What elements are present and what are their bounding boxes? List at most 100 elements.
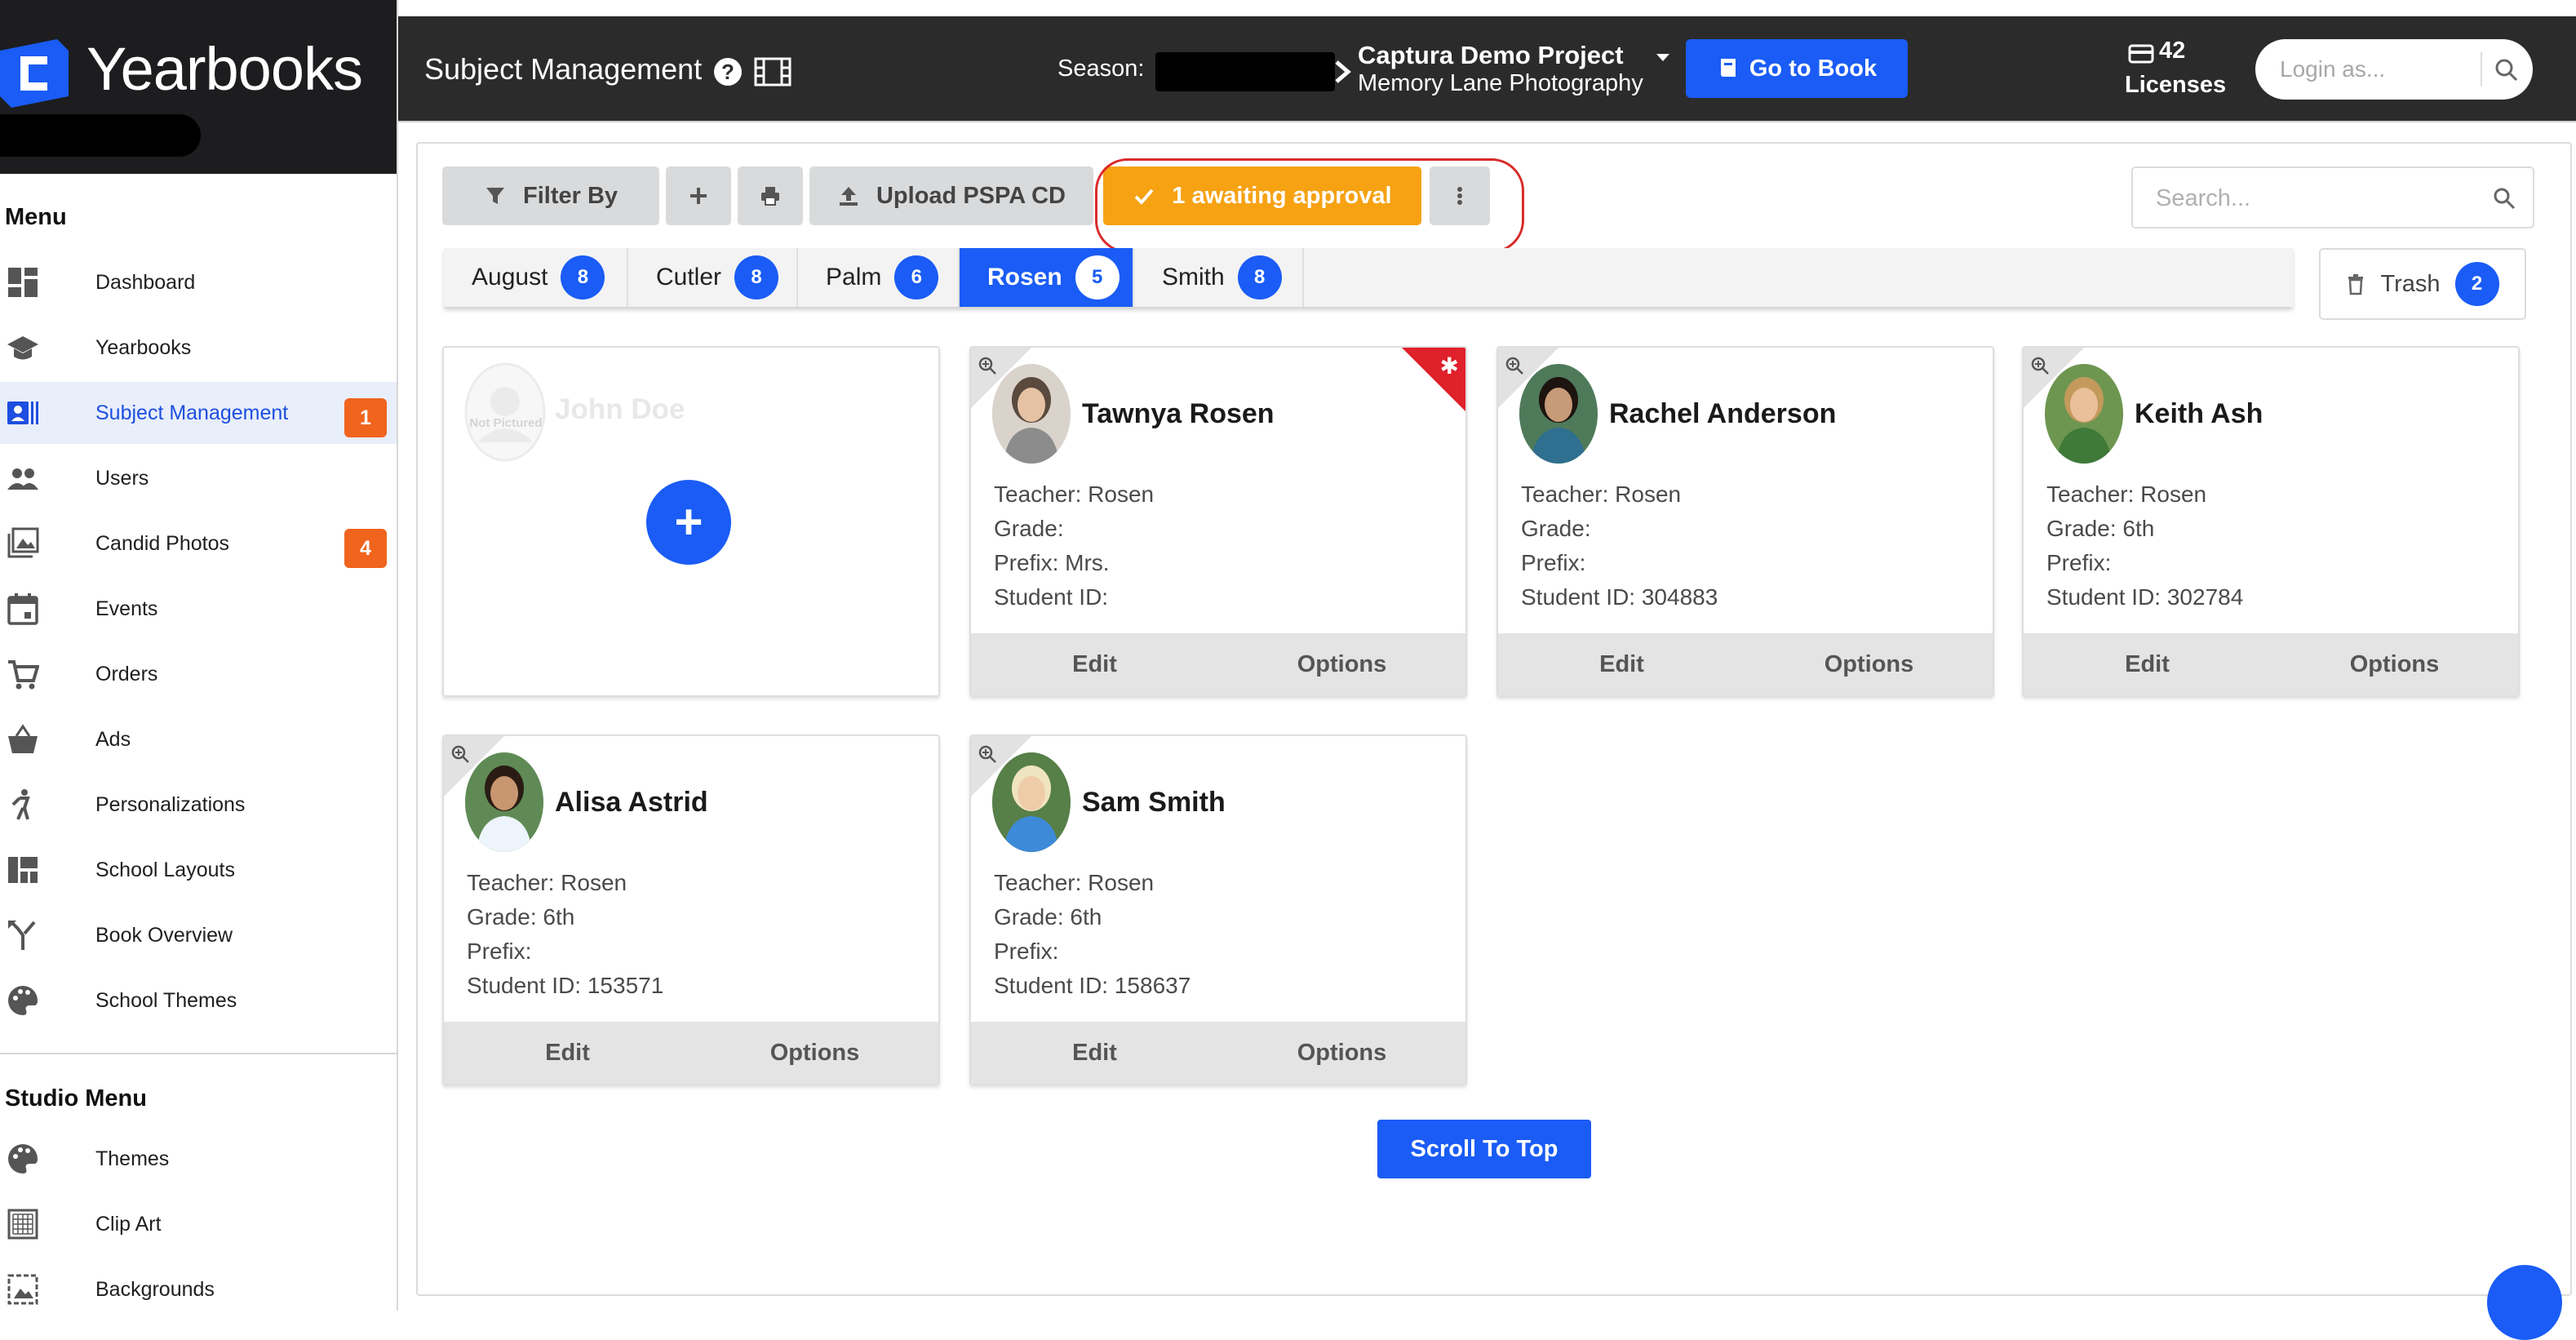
options-button[interactable]: Options	[2271, 633, 2518, 695]
prefix-line: Prefix:	[2046, 550, 2112, 575]
grade-line: Grade: 6th	[994, 904, 1102, 930]
studio-item-themes[interactable]: Themes	[0, 1128, 397, 1190]
card-footer: Edit Options	[971, 1022, 1465, 1084]
sidebar-item-personalizations[interactable]: Personalizations	[0, 774, 397, 836]
search-icon[interactable]	[2492, 186, 2516, 211]
brand-name[interactable]: Yearbooks	[86, 34, 363, 104]
sidebar-item-orders[interactable]: Orders	[0, 643, 397, 705]
teacher-line: Teacher: Rosen	[467, 870, 627, 895]
subject-search-box	[2131, 166, 2534, 229]
prefix-line: Prefix: Mrs.	[994, 550, 1110, 575]
student-id-line: Student ID: 153571	[467, 973, 664, 998]
tab-august[interactable]: August 8	[444, 248, 628, 307]
teacher-line: Teacher: Rosen	[994, 481, 1155, 507]
zoom-in-icon[interactable]	[978, 744, 997, 764]
go-to-book-button[interactable]: Go to Book	[1686, 39, 1908, 98]
cart-icon	[8, 660, 39, 690]
zoom-in-icon[interactable]	[978, 356, 997, 375]
student-photo[interactable]	[1519, 364, 1598, 464]
sidebar-item-ads[interactable]: Ads	[0, 708, 397, 770]
sidebar-item-users[interactable]: Users	[0, 447, 397, 509]
zoom-in-icon[interactable]	[1505, 356, 1524, 375]
student-photo[interactable]	[465, 752, 543, 852]
sidebar-item-events[interactable]: Events	[0, 578, 397, 640]
login-as-input[interactable]	[2278, 51, 2477, 88]
student-photo[interactable]	[992, 364, 1071, 464]
edit-button[interactable]: Edit	[1498, 633, 1745, 695]
edit-button[interactable]: Edit	[971, 633, 1218, 695]
edit-button[interactable]: Edit	[2024, 633, 2271, 695]
options-button[interactable]: Options	[691, 1022, 938, 1084]
project-name[interactable]: Captura Demo Project	[1358, 41, 1624, 70]
student-photo[interactable]	[2045, 364, 2123, 464]
film-icon[interactable]	[754, 57, 791, 87]
season-label: Season:	[1057, 55, 1145, 82]
student-photo[interactable]	[992, 752, 1071, 852]
id-card-icon	[7, 402, 38, 424]
sidebar-item-candid-photos[interactable]: Candid Photos 4	[0, 512, 397, 575]
options-button[interactable]: Options	[1218, 1022, 1465, 1084]
subject-card: Rachel Anderson Teacher: Rosen Grade: Prefi…	[1496, 346, 1994, 697]
page-title: Subject Management	[424, 52, 703, 86]
filter-by-button[interactable]: Filter By	[442, 166, 659, 225]
chevron-right-icon[interactable]	[1330, 57, 1355, 87]
tab-rosen[interactable]: Rosen 5	[960, 248, 1134, 307]
sidebar-item-book-overview[interactable]: Book Overview	[0, 904, 397, 966]
top-bar: Subject Management ? Season: Captura Dem…	[398, 16, 2576, 122]
sidebar-divider	[0, 1053, 397, 1054]
palette-icon	[8, 1144, 38, 1174]
nav-item-label: Book Overview	[95, 923, 233, 947]
sidebar-item-yearbooks[interactable]: Yearbooks	[0, 317, 397, 379]
zoom-in-icon[interactable]	[450, 744, 470, 764]
subject-search-input[interactable]	[2154, 180, 2467, 217]
print-button[interactable]	[738, 166, 803, 225]
card-footer: Edit Options	[1498, 633, 1993, 695]
layout-icon	[8, 857, 38, 883]
chat-support-button[interactable]	[2487, 1265, 2562, 1340]
sidebar-item-subject-management[interactable]: Subject Management 1	[0, 382, 397, 444]
search-icon[interactable]	[2494, 57, 2520, 83]
tab-palm[interactable]: Palm 6	[798, 248, 960, 307]
tab-count-badge: 8	[734, 255, 779, 300]
help-icon[interactable]: ?	[713, 57, 743, 87]
tab-smith[interactable]: Smith 8	[1134, 248, 1304, 307]
grade-line: Grade:	[994, 516, 1064, 541]
palette-icon	[8, 986, 38, 1015]
nav-item-label: Candid Photos	[95, 531, 230, 555]
sidebar-item-school-layouts[interactable]: School Layouts	[0, 839, 397, 901]
upload-pspa-button[interactable]: Upload PSPA CD	[809, 166, 1093, 225]
subject-card: Sam Smith Teacher: Rosen Grade: 6th Prefix:…	[969, 734, 1467, 1085]
add-subject-plus-button[interactable]: +	[646, 480, 731, 565]
season-selector[interactable]	[1155, 52, 1335, 91]
options-button[interactable]: Options	[1745, 633, 1993, 695]
prefix-line: Prefix:	[467, 938, 532, 964]
nav-item-label: Dashboard	[95, 270, 196, 294]
project-studio: Memory Lane Photography	[1358, 70, 1643, 96]
subject-card: Tawnya Rosen Teacher: Rosen Grade: Prefix: …	[969, 346, 1467, 697]
tab-cutler[interactable]: Cutler 8	[628, 248, 798, 307]
edit-button[interactable]: Edit	[444, 1022, 691, 1084]
student-name: Alisa Astrid	[555, 787, 708, 818]
edit-button[interactable]: Edit	[971, 1022, 1218, 1084]
caret-down-icon[interactable]	[1652, 46, 1674, 69]
studio-item-clip-art[interactable]: Clip Art	[0, 1193, 397, 1255]
student-name: Sam Smith	[1082, 787, 1226, 818]
sidebar-item-dashboard[interactable]: Dashboard	[0, 251, 397, 313]
scroll-to-top-button[interactable]: Scroll To Top	[1377, 1120, 1591, 1178]
zoom-in-icon[interactable]	[2030, 356, 2050, 375]
nav-item-badge: 1	[344, 398, 387, 437]
sidebar-item-school-themes[interactable]: School Themes	[0, 970, 397, 1032]
login-divider	[2481, 52, 2482, 87]
plus-icon	[690, 188, 707, 204]
options-button[interactable]: Options	[1218, 633, 1465, 695]
teacher-line: Teacher: Rosen	[1521, 481, 1682, 507]
tab-label: Palm	[826, 264, 882, 291]
trash-button[interactable]: Trash 2	[2319, 248, 2526, 320]
tab-label: Smith	[1162, 264, 1225, 291]
nav-item-label: Events	[95, 597, 158, 620]
studio-item-backgrounds[interactable]: Backgrounds	[0, 1258, 397, 1320]
sidebar: Yearbooks Menu Dashboard Yearbooks Subject…	[0, 0, 398, 1311]
add-subject-button[interactable]	[666, 166, 731, 225]
student-id-line: Student ID: 302784	[2046, 584, 2244, 610]
login-as-box	[2255, 39, 2533, 100]
